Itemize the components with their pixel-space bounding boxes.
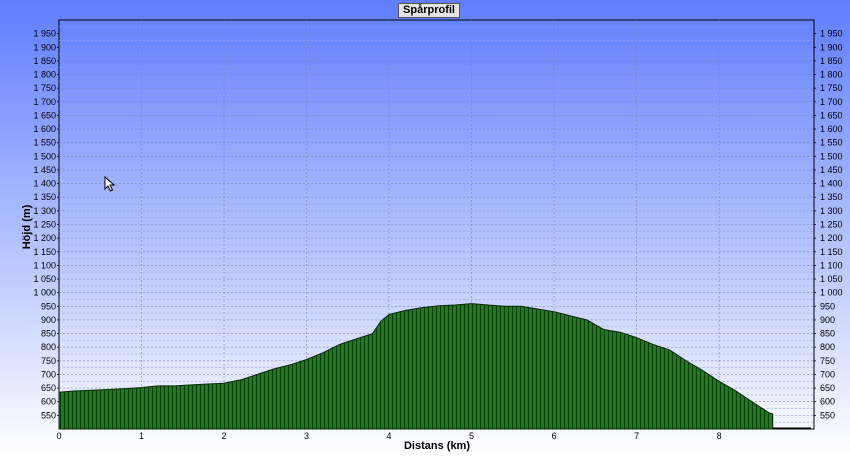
- y-tick-label-right: 950: [820, 301, 835, 311]
- y-tick-label-right: 1 550: [820, 138, 843, 148]
- y-tick-label-left: 1 500: [33, 151, 56, 161]
- y-tick-label-left: 1 250: [33, 220, 56, 230]
- y-tick-label-left: 1 100: [33, 260, 56, 270]
- mouse-pointer-icon: [104, 176, 116, 192]
- y-tick-label-right: 1 000: [820, 288, 843, 298]
- y-tick-label-right: 900: [820, 315, 835, 325]
- x-tick-label: 3: [304, 431, 309, 441]
- y-tick-label-right: 1 800: [820, 70, 843, 80]
- y-tick-label-right: 1 450: [820, 165, 843, 175]
- y-tick-label-left: 1 850: [33, 56, 56, 66]
- y-tick-label-left: 550: [41, 410, 56, 420]
- x-tick-label: 4: [387, 431, 392, 441]
- y-tick-label-left: 750: [41, 356, 56, 366]
- y-tick-label-right: 800: [820, 342, 835, 352]
- y-tick-label-left: 1 150: [33, 247, 56, 257]
- y-tick-label-right: 1 900: [820, 42, 843, 52]
- y-tick-label-left: 900: [41, 315, 56, 325]
- y-tick-label-left: 1 900: [33, 42, 56, 52]
- chart-title: Spårprofil: [398, 3, 460, 18]
- y-tick-label-right: 1 850: [820, 56, 843, 66]
- y-tick-label-left: 1 800: [33, 70, 56, 80]
- y-tick-label-left: 1 050: [33, 274, 56, 284]
- x-tick-label: 8: [717, 431, 722, 441]
- y-tick-label-right: 750: [820, 356, 835, 366]
- x-axis-label: Distans (km): [404, 440, 470, 452]
- y-tick-label-right: 1 750: [820, 83, 843, 93]
- y-tick-label-left: 1 650: [33, 110, 56, 120]
- y-tick-label-left: 950: [41, 301, 56, 311]
- y-tick-label-right: 650: [820, 383, 835, 393]
- y-tick-label-left: 850: [41, 329, 56, 339]
- x-tick-label: 6: [552, 431, 557, 441]
- x-tick-label: 2: [222, 431, 227, 441]
- y-tick-label-right: 1 700: [820, 97, 843, 107]
- y-tick-label-right: 1 650: [820, 110, 843, 120]
- y-tick-label-left: 1 600: [33, 124, 56, 134]
- y-tick-label-left: 1 950: [33, 29, 56, 39]
- y-tick-label-left: 650: [41, 383, 56, 393]
- y-tick-label-right: 1 150: [820, 247, 843, 257]
- y-tick-label-right: 1 500: [820, 151, 843, 161]
- y-tick-label-right: 1 300: [820, 206, 843, 216]
- y-tick-label-left: 1 400: [33, 179, 56, 189]
- y-tick-label-left: 1 750: [33, 83, 56, 93]
- y-tick-label-right: 550: [820, 410, 835, 420]
- x-tick-label: 0: [56, 431, 61, 441]
- x-tick-label: 1: [139, 431, 144, 441]
- y-tick-label-right: 1 050: [820, 274, 843, 284]
- y-tick-label-right: 1 950: [820, 29, 843, 39]
- y-tick-label-right: 1 100: [820, 260, 843, 270]
- x-tick-label: 7: [634, 431, 639, 441]
- elevation-chart: 550 600 650 700 750 800 850 900 950 1 000 1 050 1 1…: [0, 0, 850, 456]
- y-tick-label-right: 1 350: [820, 192, 843, 202]
- y-tick-label-left: 1 450: [33, 165, 56, 175]
- y-tick-label-right: 1 200: [820, 233, 843, 243]
- y-tick-label-right: 1 600: [820, 124, 843, 134]
- y-tick-label-left: 1 350: [33, 192, 56, 202]
- y-axis-label: Höjd (m): [21, 204, 33, 249]
- chart-area: 550 600 650 700 750 800 850 900 950 1 000 1 050 1 1…: [0, 0, 850, 456]
- y-tick-label-left: 700: [41, 369, 56, 379]
- y-tick-label-right: 1 250: [820, 220, 843, 230]
- y-tick-label-right: 850: [820, 329, 835, 339]
- y-tick-label-left: 800: [41, 342, 56, 352]
- y-tick-label-right: 1 400: [820, 179, 843, 189]
- y-tick-label-left: 1 700: [33, 97, 56, 107]
- y-tick-label-left: 1 000: [33, 288, 56, 298]
- y-tick-label-left: 1 300: [33, 206, 56, 216]
- y-tick-label-left: 1 550: [33, 138, 56, 148]
- y-tick-label-left: 600: [41, 397, 56, 407]
- y-tick-label-left: 1 200: [33, 233, 56, 243]
- y-tick-label-right: 600: [820, 397, 835, 407]
- y-tick-label-right: 700: [820, 369, 835, 379]
